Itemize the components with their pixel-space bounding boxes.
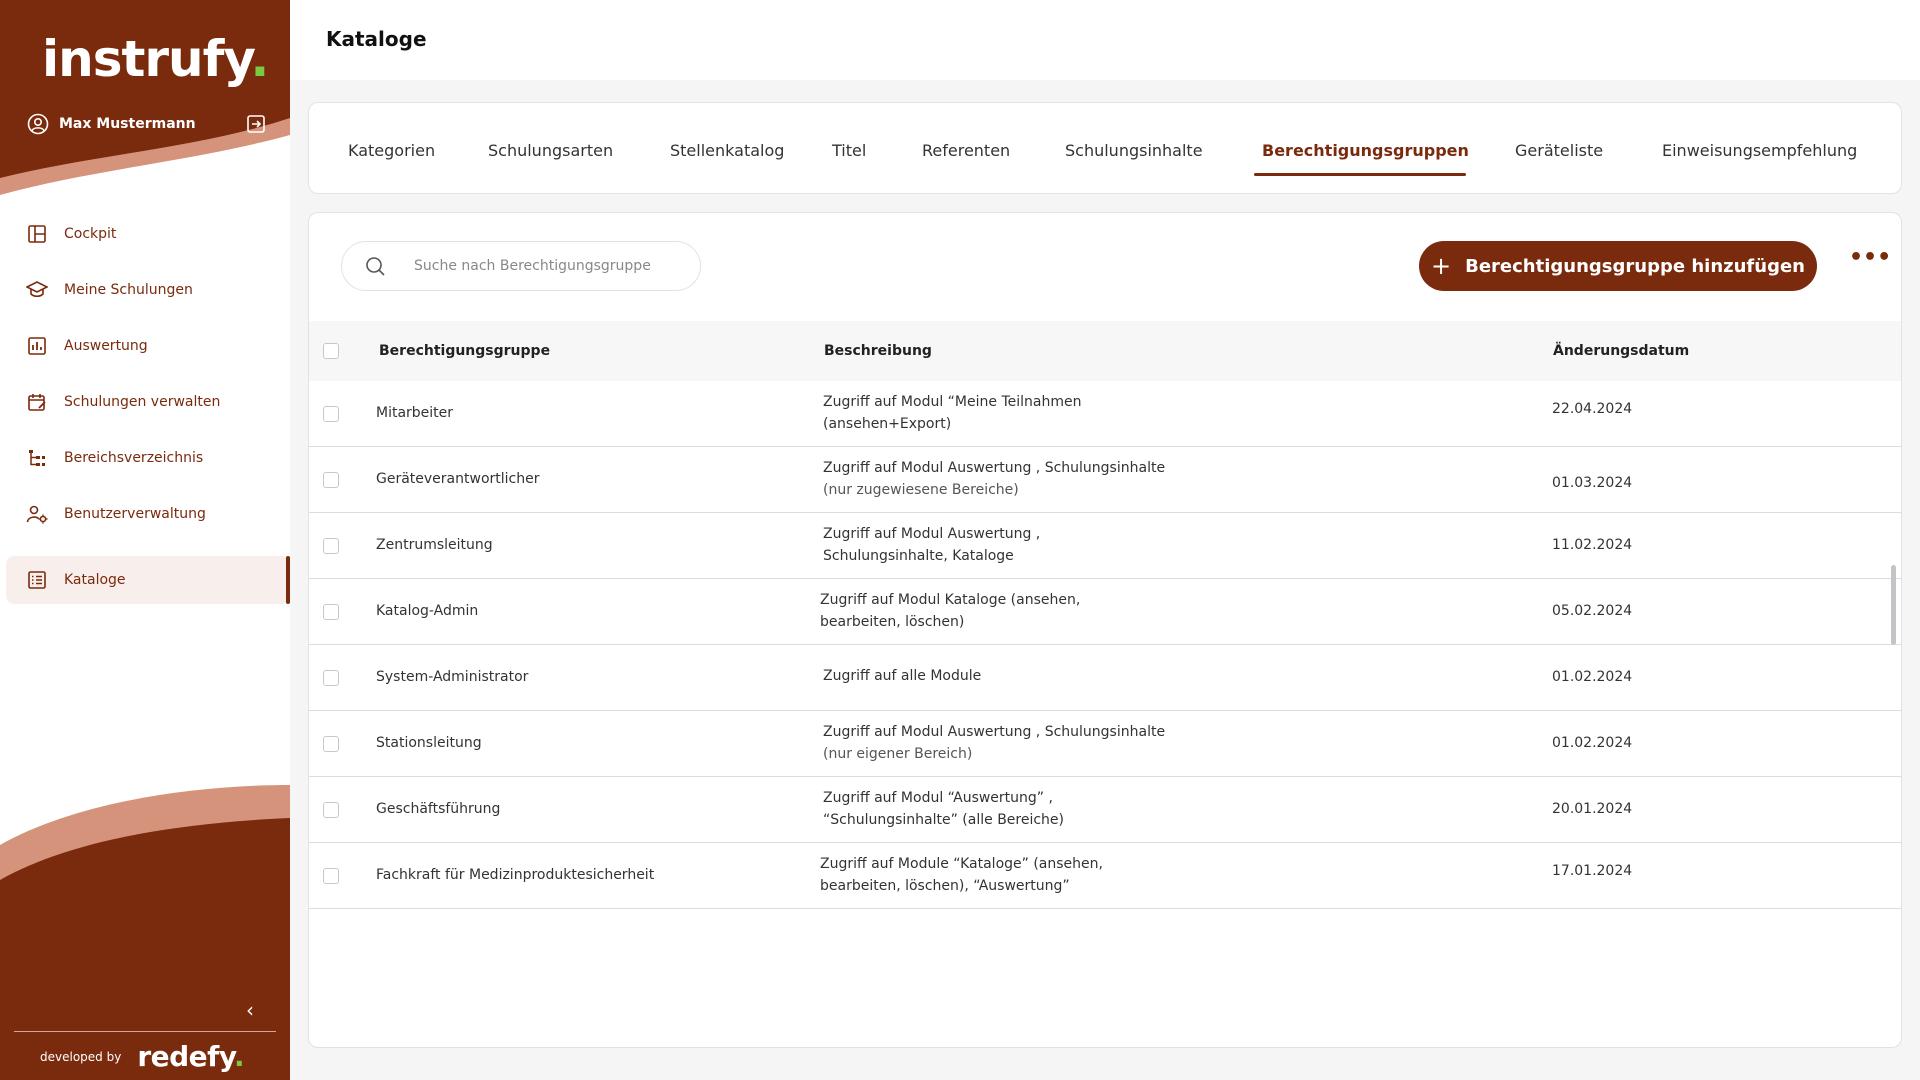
add-permission-group-button[interactable]: + Berechtigungsgruppe hinzufügen xyxy=(1419,241,1817,291)
column-header-group[interactable]: Berechtigungsgruppe xyxy=(379,343,550,359)
sidebar-item-kataloge[interactable]: Kataloge xyxy=(6,556,290,604)
sidebar-item-label: Benutzerverwaltung xyxy=(64,506,206,522)
user-profile[interactable]: Max Mustermann xyxy=(27,112,267,136)
row-checkbox[interactable] xyxy=(323,670,339,686)
search-input[interactable] xyxy=(414,258,674,274)
plus-icon: + xyxy=(1431,252,1452,280)
table-row[interactable]: Katalog-Admin Zugriff auf Modul Kataloge… xyxy=(309,579,1901,645)
group-description: Zugriff auf Modul “Auswertung” , “Schulun… xyxy=(823,790,1065,828)
permission-groups-panel: + Berechtigungsgruppe hinzufügen ••• Ber… xyxy=(308,212,1902,1048)
tab-einweisungsempfehlung[interactable]: Einweisungsempfehlung xyxy=(1662,141,1857,160)
group-description: Zugriff auf Modul Auswertung , Schulungs… xyxy=(823,460,1166,498)
group-name: Fachkraft für Medizinproduktesicherheit xyxy=(376,867,655,883)
collapse-sidebar-icon[interactable]: ‹ xyxy=(246,998,254,1022)
sidebar-item-benutzerverwaltung[interactable]: Benutzerverwaltung xyxy=(6,490,284,538)
bar-chart-icon xyxy=(26,335,48,357)
group-name: Mitarbeiter xyxy=(376,405,454,421)
user-name: Max Mustermann xyxy=(59,116,196,132)
sidebar-item-label: Cockpit xyxy=(64,226,117,242)
tab-geraeteliste[interactable]: Geräteliste xyxy=(1515,141,1603,160)
change-date: 01.03.2024 xyxy=(1552,475,1633,491)
select-all-checkbox[interactable] xyxy=(323,343,339,359)
sidebar-item-label: Bereichsverzeichnis xyxy=(64,450,204,466)
tab-schulungsinhalte[interactable]: Schulungsinhalte xyxy=(1065,141,1203,160)
row-checkbox[interactable] xyxy=(323,802,339,818)
graduation-cap-icon xyxy=(26,279,48,301)
change-date: 17.01.2024 xyxy=(1552,863,1633,879)
group-description: Zugriff auf Modul Kataloge (ansehen, bear… xyxy=(820,592,1081,630)
tab-stellenkatalog[interactable]: Stellenkatalog xyxy=(670,141,784,160)
change-date: 22.04.2024 xyxy=(1552,401,1633,417)
table-row[interactable]: Mitarbeiter Zugriff auf Modul “Meine Tei… xyxy=(309,381,1901,447)
group-name: Katalog-Admin xyxy=(376,603,479,619)
change-date: 11.02.2024 xyxy=(1552,537,1633,553)
dashboard-icon xyxy=(26,223,48,245)
group-description: Zugriff auf Module “Kataloge” (ansehen, b… xyxy=(820,856,1103,894)
group-name: Stationsleitung xyxy=(376,735,482,751)
table-row[interactable]: Geräteverantwortlicher Zugriff auf Modul… xyxy=(309,447,1901,513)
more-options-button[interactable]: ••• xyxy=(1849,247,1891,277)
tree-icon xyxy=(26,447,48,469)
table-row[interactable]: Zentrumsleitung Zugriff auf Modul Auswer… xyxy=(309,513,1901,579)
search-box[interactable] xyxy=(341,241,701,291)
row-checkbox[interactable] xyxy=(323,472,339,488)
sidebar-item-label: Kataloge xyxy=(64,572,126,588)
row-checkbox[interactable] xyxy=(323,736,339,752)
sidebar-item-cockpit[interactable]: Cockpit xyxy=(6,210,284,258)
tab-titel[interactable]: Titel xyxy=(832,141,866,160)
group-description: Zugriff auf Modul Auswertung , Schulungsi… xyxy=(823,526,1041,564)
tab-schulungsarten[interactable]: Schulungsarten xyxy=(488,141,613,160)
group-name: System-Administrator xyxy=(376,669,529,685)
sidebar: instrufy. Max Mustermann Cockpit Meine S… xyxy=(0,0,290,1080)
change-date: 01.02.2024 xyxy=(1552,669,1633,685)
list-icon xyxy=(26,569,48,591)
group-name: Geschäftsführung xyxy=(376,801,501,817)
developed-by: developed by redefy. xyxy=(40,1040,245,1073)
calendar-edit-icon xyxy=(26,391,48,413)
group-description: Zugriff auf Modul “Meine Teilnahmen (anse… xyxy=(823,394,1082,432)
logout-icon[interactable] xyxy=(245,113,267,135)
sidebar-item-meine-schulungen[interactable]: Meine Schulungen xyxy=(6,266,284,314)
sidebar-item-schulungen-verwalten[interactable]: Schulungen verwalten xyxy=(6,378,284,426)
group-name: Geräteverantwortlicher xyxy=(376,471,540,487)
change-date: 05.02.2024 xyxy=(1552,603,1633,619)
group-description: Zugriff auf alle Module xyxy=(823,668,982,684)
group-name: Zentrumsleitung xyxy=(376,537,493,553)
top-header: Kataloge xyxy=(290,0,1920,80)
row-checkbox[interactable] xyxy=(323,406,339,422)
active-tab-indicator xyxy=(1254,173,1466,176)
redefy-logo: redefy. xyxy=(137,1040,245,1073)
group-description: Zugriff auf Modul Auswertung , Schulungs… xyxy=(823,724,1166,762)
column-header-description[interactable]: Beschreibung xyxy=(824,343,932,359)
tab-kategorien[interactable]: Kategorien xyxy=(348,141,435,160)
column-header-date[interactable]: Änderungsdatum xyxy=(1553,343,1689,359)
tab-referenten[interactable]: Referenten xyxy=(922,141,1010,160)
row-checkbox[interactable] xyxy=(323,538,339,554)
user-circle-icon xyxy=(27,113,49,135)
sidebar-footer-background xyxy=(0,785,290,1080)
user-settings-icon xyxy=(26,503,48,525)
sidebar-item-label: Meine Schulungen xyxy=(64,282,193,298)
search-icon xyxy=(366,257,385,276)
change-date: 20.01.2024 xyxy=(1552,801,1633,817)
tab-berechtigungsgruppen[interactable]: Berechtigungsgruppen xyxy=(1262,141,1469,160)
sidebar-item-label: Auswertung xyxy=(64,338,148,354)
table-row[interactable]: Stationsleitung Zugriff auf Modul Auswer… xyxy=(309,711,1901,777)
table-row[interactable]: System-Administrator Zugriff auf alle Mo… xyxy=(309,645,1901,711)
table-row[interactable]: Fachkraft für Medizinproduktesicherheit … xyxy=(309,843,1901,909)
catalog-tabs: Kategorien Schulungsarten Stellenkatalog… xyxy=(308,102,1902,194)
sidebar-nav: Cockpit Meine Schulungen Auswertung Schu… xyxy=(0,210,290,612)
sidebar-item-label: Schulungen verwalten xyxy=(64,394,221,410)
table-scrollbar[interactable] xyxy=(1891,565,1896,645)
sidebar-item-bereichsverzeichnis[interactable]: Bereichsverzeichnis xyxy=(6,434,284,482)
page-title: Kataloge xyxy=(326,27,427,51)
row-checkbox[interactable] xyxy=(323,604,339,620)
sidebar-item-auswertung[interactable]: Auswertung xyxy=(6,322,284,370)
sidebar-divider xyxy=(14,1031,276,1032)
change-date: 01.02.2024 xyxy=(1552,735,1633,751)
table-row[interactable]: Geschäftsführung Zugriff auf Modul “Ausw… xyxy=(309,777,1901,843)
row-checkbox[interactable] xyxy=(323,868,339,884)
app-logo: instrufy. xyxy=(42,30,269,88)
table-header: Berechtigungsgruppe Beschreibung Änderun… xyxy=(309,321,1901,381)
